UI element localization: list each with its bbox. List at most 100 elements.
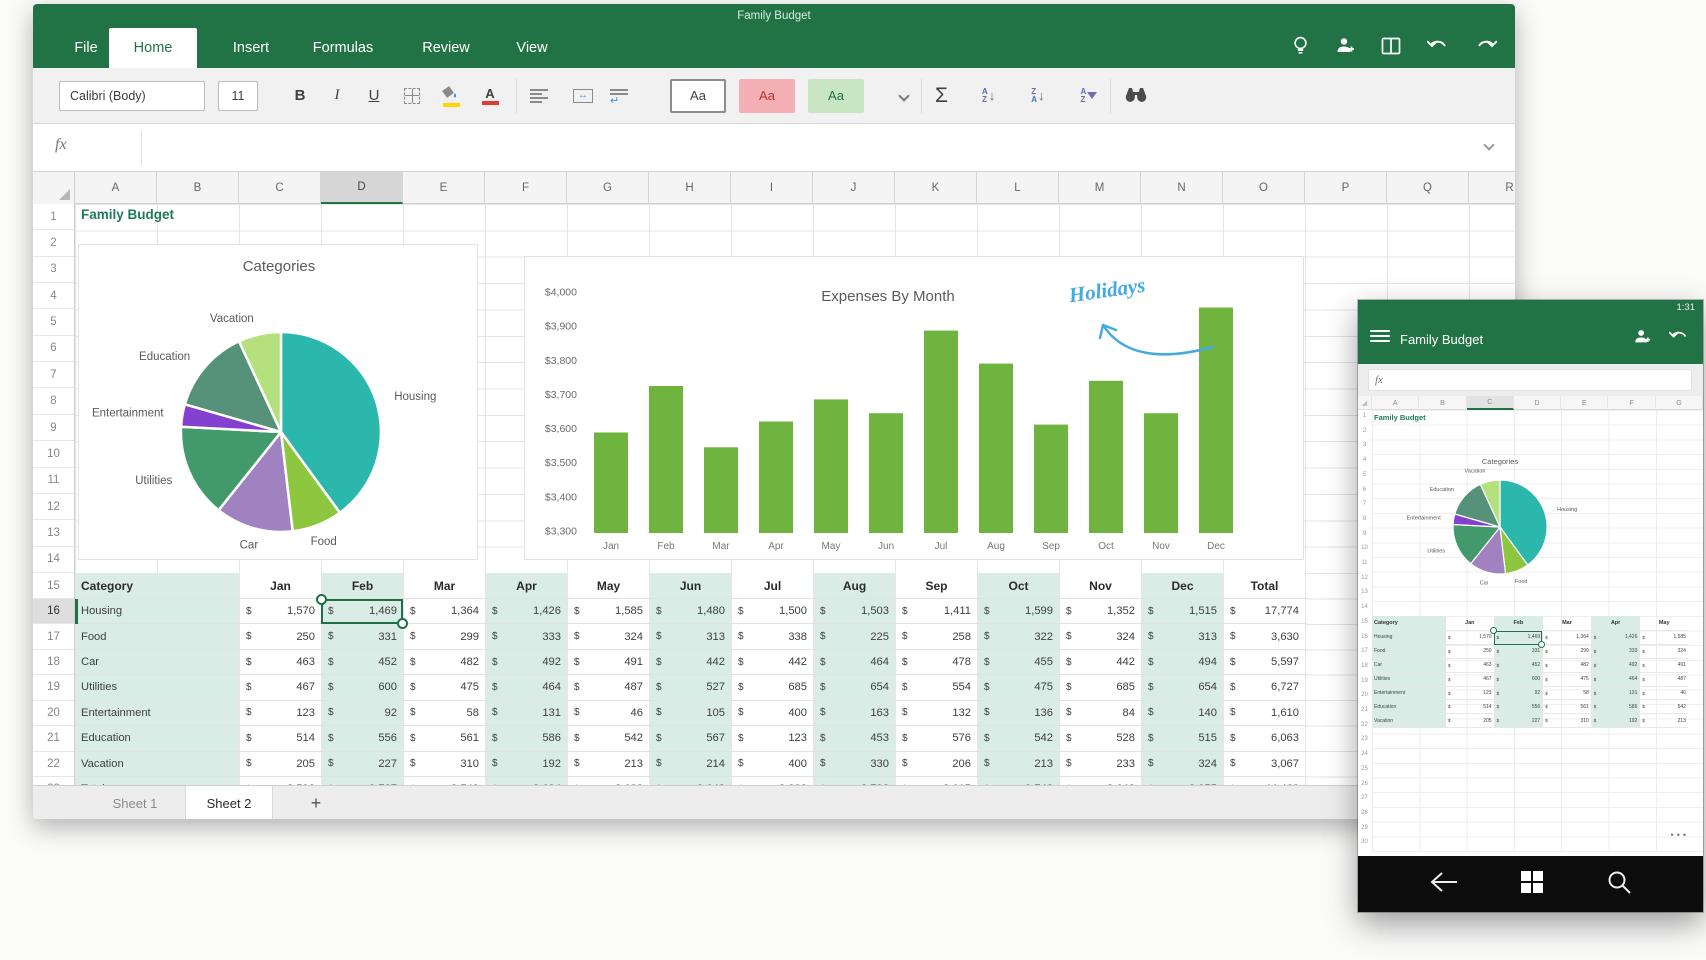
column-header-P[interactable]: P <box>1305 172 1387 204</box>
table-column-header-sep[interactable]: Sep <box>895 573 977 598</box>
value-cell[interactable]: $1,570 <box>239 599 321 623</box>
search-icon[interactable] <box>1606 869 1632 900</box>
selected-cell-outline[interactable] <box>321 599 403 624</box>
total-cell[interactable]: $44,468 <box>1223 777 1305 785</box>
value-cell[interactable]: $227 <box>321 752 403 776</box>
column-header-H[interactable]: H <box>649 172 731 204</box>
value-cell[interactable]: $233 <box>1059 752 1141 776</box>
value-cell[interactable]: $132 <box>895 701 977 725</box>
menu-tab-view[interactable]: View <box>503 28 561 68</box>
value-cell[interactable]: $299 <box>403 624 485 648</box>
value-cell[interactable]: $313 <box>1141 624 1223 648</box>
table-row-entertainment[interactable]: Entertainment$123$92$58$131$46$105$400$1… <box>75 701 1307 726</box>
selection-handle-bottom[interactable] <box>397 618 408 629</box>
value-cell[interactable]: $123 <box>731 726 813 750</box>
value-cell[interactable]: $3,549 <box>403 777 485 785</box>
total-cell[interactable]: $3,630 <box>1223 624 1305 648</box>
phone-column-header-F[interactable]: F <box>1609 396 1656 410</box>
column-header-G[interactable]: G <box>567 172 649 204</box>
column-header-C[interactable]: C <box>239 172 321 204</box>
value-cell[interactable]: $528 <box>1059 726 1141 750</box>
table-column-header-may[interactable]: May <box>567 573 649 598</box>
value-cell[interactable]: $556 <box>321 726 403 750</box>
column-header-O[interactable]: O <box>1223 172 1305 204</box>
sheet-tab-2[interactable]: Sheet 2 <box>185 786 273 819</box>
column-header-K[interactable]: K <box>895 172 977 204</box>
column-header-F[interactable]: F <box>485 172 567 204</box>
row-header-8[interactable]: 8 <box>33 388 74 414</box>
value-cell[interactable]: $1,585 <box>567 599 649 623</box>
fill-color-icon[interactable] <box>438 85 464 107</box>
value-cell[interactable]: $214 <box>649 752 731 776</box>
lightbulb-icon[interactable] <box>1292 36 1309 61</box>
column-header-R[interactable]: R <box>1469 172 1515 204</box>
autosum-icon[interactable]: Σ <box>935 84 948 108</box>
phone-more-indicator[interactable]: ••• <box>1671 830 1689 840</box>
value-cell[interactable]: $1,599 <box>977 599 1059 623</box>
table-column-header-mar[interactable]: Mar <box>403 573 485 598</box>
value-cell[interactable]: $84 <box>1059 701 1141 725</box>
value-cell[interactable]: $250 <box>239 624 321 648</box>
value-cell[interactable]: $478 <box>895 650 977 674</box>
windows-icon[interactable] <box>1520 870 1544 899</box>
style-chip-2[interactable]: Aa <box>739 79 795 113</box>
value-cell[interactable]: $333 <box>485 624 567 648</box>
value-cell[interactable]: $1,426 <box>485 599 567 623</box>
value-cell[interactable]: $258 <box>895 624 977 648</box>
value-cell[interactable]: $330 <box>813 752 895 776</box>
table-row-housing[interactable]: Housing$1,570$1,469$1,364$1,426$1,585$1,… <box>75 599 1307 624</box>
value-cell[interactable]: $3,742 <box>977 777 1059 785</box>
category-cell[interactable]: Car <box>75 650 239 674</box>
value-cell[interactable]: $92 <box>321 701 403 725</box>
row-header-12[interactable]: 12 <box>33 494 74 520</box>
row-header-16[interactable]: 16 <box>33 599 74 624</box>
phone-column-header-G[interactable]: G <box>1656 396 1703 410</box>
total-cell[interactable]: $5,597 <box>1223 650 1305 674</box>
row-header-22[interactable]: 22 <box>33 752 74 777</box>
value-cell[interactable]: $324 <box>567 624 649 648</box>
value-cell[interactable]: $324 <box>1141 752 1223 776</box>
menu-tab-home[interactable]: Home <box>109 28 197 68</box>
phone-formula-input[interactable]: fx <box>1368 369 1692 391</box>
value-cell[interactable]: $3,624 <box>485 777 567 785</box>
row-header-3[interactable]: 3 <box>33 257 74 283</box>
value-cell[interactable]: $123 <box>239 701 321 725</box>
table-column-header-dec[interactable]: Dec <box>1141 573 1223 598</box>
value-cell[interactable]: $213 <box>567 752 649 776</box>
bold-button[interactable]: B <box>288 87 312 104</box>
select-all-corner[interactable] <box>33 172 75 204</box>
value-cell[interactable]: $527 <box>649 675 731 699</box>
value-cell[interactable]: $3,592 <box>239 777 321 785</box>
row-header-17[interactable]: 17 <box>33 624 74 649</box>
table-column-header-nov[interactable]: Nov <box>1059 573 1141 598</box>
row-header-19[interactable]: 19 <box>33 675 74 700</box>
value-cell[interactable]: $442 <box>649 650 731 674</box>
table-row-vacation[interactable]: Vacation$205$227$310$192$213$214$400$330… <box>75 752 1307 777</box>
value-cell[interactable]: $1,480 <box>649 599 731 623</box>
value-cell[interactable]: $475 <box>977 675 1059 699</box>
value-cell[interactable]: $492 <box>485 650 567 674</box>
value-cell[interactable]: $561 <box>403 726 485 750</box>
value-cell[interactable]: $105 <box>649 701 731 725</box>
table-column-header-total[interactable]: Total <box>1223 573 1305 598</box>
table-row-utilities[interactable]: Utilities$467$600$475$464$487$527$685$65… <box>75 675 1307 700</box>
value-cell[interactable]: $1,364 <box>403 599 485 623</box>
add-people-icon[interactable] <box>1633 328 1651 351</box>
font-name-select[interactable]: Calibri (Body) <box>59 81 205 111</box>
alignment-icon[interactable] <box>530 87 556 105</box>
value-cell[interactable]: $515 <box>1141 726 1223 750</box>
style-chip-3[interactable]: Aa <box>808 79 864 113</box>
total-cell[interactable]: $6,727 <box>1223 675 1305 699</box>
value-cell[interactable]: $3,648 <box>649 777 731 785</box>
value-cell[interactable]: $600 <box>321 675 403 699</box>
value-cell[interactable]: $576 <box>895 726 977 750</box>
value-cell[interactable]: $467 <box>239 675 321 699</box>
value-cell[interactable]: $442 <box>1059 650 1141 674</box>
table-column-header-aug[interactable]: Aug <box>813 573 895 598</box>
merge-cells-icon[interactable]: ↔ <box>569 89 597 103</box>
phone-select-all-corner[interactable]: ◢ <box>1358 396 1372 410</box>
value-cell[interactable]: $685 <box>731 675 813 699</box>
sheet-tab-1[interactable]: Sheet 1 <box>89 786 181 819</box>
add-sheet-button[interactable]: + <box>301 786 331 819</box>
value-cell[interactable]: $136 <box>977 701 1059 725</box>
